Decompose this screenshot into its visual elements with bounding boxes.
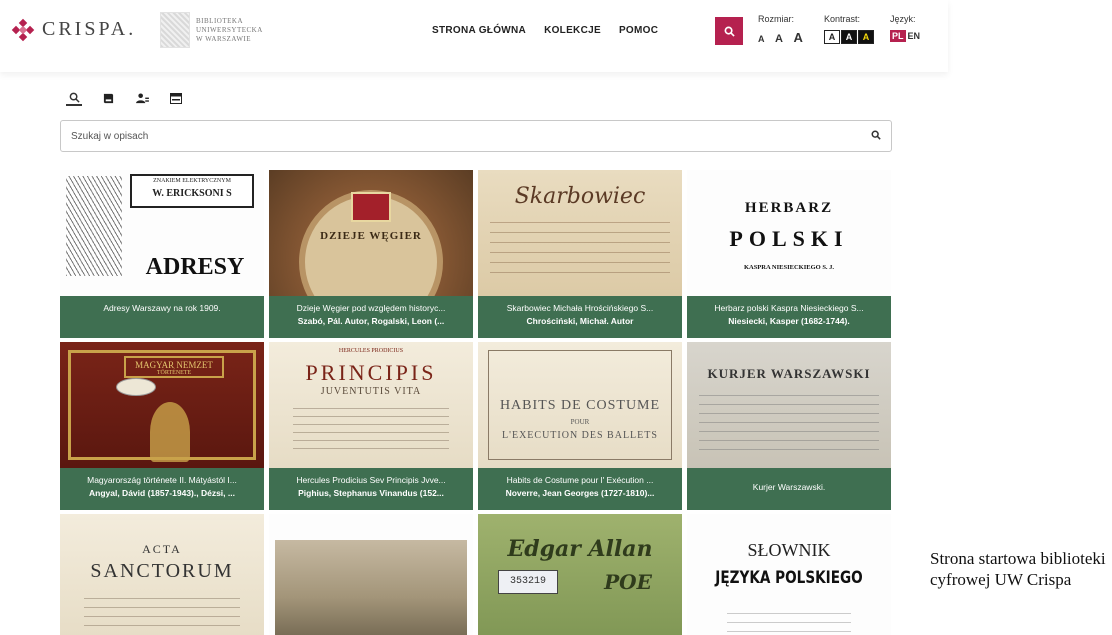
font-size-control: Rozmiar: A A A bbox=[758, 14, 811, 45]
card-author: Chrościński, Michał. Autor bbox=[526, 316, 634, 326]
language-en[interactable]: EN bbox=[908, 31, 921, 41]
font-size-large[interactable]: A bbox=[793, 30, 802, 45]
collection-card[interactable]: ACTA SANCTORUM bbox=[60, 514, 264, 635]
card-author: Angyal, Dávid (1857-1943)., Dézsi, ... bbox=[89, 488, 235, 498]
nav-home[interactable]: STRONA GŁÓWNA bbox=[432, 25, 526, 36]
main-nav: STRONA GŁÓWNA KOLEKCJE POMOC bbox=[432, 25, 658, 36]
card-caption: Habits de Costume pour l' Exécution ... … bbox=[478, 468, 682, 510]
contrast-normal[interactable]: A bbox=[824, 30, 840, 44]
card-title: Hercules Prodicius Sev Principis Jvve... bbox=[296, 475, 446, 485]
card-thumbnail: ZNAKIEM ELEKTRYCZNYM W. ERICKSONI S ADRE… bbox=[60, 170, 264, 296]
card-caption: Dzieje Węgier pod względem historyc... S… bbox=[269, 296, 473, 338]
contrast-label: Kontrast: bbox=[824, 14, 861, 24]
card-title: Magyarország története II. Mátyástól I..… bbox=[87, 475, 237, 485]
card-thumbnail: Edgar Allan 353219 POE bbox=[478, 514, 682, 635]
contrast-dark[interactable]: A bbox=[841, 30, 857, 44]
search-submit-button[interactable] bbox=[871, 130, 881, 143]
tab-cards[interactable] bbox=[168, 90, 184, 106]
collection-card[interactable] bbox=[269, 514, 473, 635]
card-author: Pighius, Stephanus Vinandus (152... bbox=[298, 488, 444, 498]
card-thumbnail: HERBARZ POLSKI KASPRA NIESIECKIEGO S. J. bbox=[687, 170, 891, 296]
language-pl[interactable]: PL bbox=[890, 30, 906, 42]
collection-card[interactable]: HERCULES PRODICIUS PRINCIPIS JUVENTUTIS … bbox=[269, 342, 473, 510]
university-library-name: BIBLIOTEKA UNIWERSYTECKA W WARSZAWIE bbox=[196, 16, 263, 43]
font-size-label: Rozmiar: bbox=[758, 14, 795, 24]
search-type-tabs bbox=[66, 90, 184, 106]
card-thumbnail: SŁOWNIK JĘZYKA POLSKIEGO bbox=[687, 514, 891, 635]
header-search-button[interactable] bbox=[715, 17, 743, 45]
book-icon bbox=[103, 93, 113, 103]
nav-help[interactable]: POMOC bbox=[619, 25, 658, 36]
card-thumbnail: Skarbowiec bbox=[478, 170, 682, 296]
card-thumbnail: KURJER WARSZAWSKI bbox=[687, 342, 891, 468]
crispa-logo[interactable]: CRISPA. bbox=[11, 18, 137, 41]
card-caption: Adresy Warszawy na rok 1909. bbox=[60, 296, 264, 338]
card-title: Adresy Warszawy na rok 1909. bbox=[103, 303, 221, 313]
card-author: Niesiecki, Kasper (1682-1744). bbox=[728, 316, 850, 326]
contrast-yellow[interactable]: A bbox=[858, 30, 874, 44]
font-size-small[interactable]: A bbox=[758, 34, 765, 44]
card-author: Szabó, Pál. Autor, Rogalski, Leon (... bbox=[297, 316, 445, 326]
site-header: CRISPA. BIBLIOTEKA UNIWERSYTECKA W WARSZ… bbox=[0, 0, 948, 72]
collection-grid: ZNAKIEM ELEKTRYCZNYM W. ERICKSONI S ADRE… bbox=[60, 170, 892, 510]
tab-persons[interactable] bbox=[134, 90, 150, 106]
search-icon bbox=[724, 26, 735, 37]
card-caption: Skarbowiec Michała Hrościńskiego S... Ch… bbox=[478, 296, 682, 338]
collection-card[interactable]: HABITS DE COSTUME POUR L'EXECUTION DES B… bbox=[478, 342, 682, 510]
collection-card[interactable]: DZIEJE WĘGIER Dzieje Węgier pod względem… bbox=[269, 170, 473, 338]
card-thumbnail: HERCULES PRODICIUS PRINCIPIS JUVENTUTIS … bbox=[269, 342, 473, 468]
university-crest-icon bbox=[160, 12, 190, 48]
language-label: Język: bbox=[890, 14, 916, 24]
card-title: Dzieje Węgier pod względem historyc... bbox=[296, 303, 446, 313]
collection-card[interactable]: Skarbowiec Skarbowiec Michała Hrościński… bbox=[478, 170, 682, 338]
card-caption: Magyarország története II. Mátyástól I..… bbox=[60, 468, 264, 510]
figure-caption: Strona startowa biblioteki cyfrowej UW C… bbox=[930, 549, 1106, 589]
card-thumbnail bbox=[269, 514, 473, 635]
search-icon bbox=[871, 130, 881, 140]
card-caption: Hercules Prodicius Sev Principis Jvve...… bbox=[269, 468, 473, 510]
card-thumbnail: ACTA SANCTORUM bbox=[60, 514, 264, 635]
crispa-logo-icon bbox=[11, 18, 35, 41]
card-title: Habits de Costume pour l' Exécution ... bbox=[506, 475, 654, 485]
card-thumbnail: HABITS DE COSTUME POUR L'EXECUTION DES B… bbox=[478, 342, 682, 468]
collection-card[interactable]: KURJER WARSZAWSKI Kurjer Warszawski. bbox=[687, 342, 891, 510]
crispa-logo-text: CRISPA. bbox=[42, 18, 137, 40]
language-control: Język: PL EN bbox=[890, 14, 920, 42]
description-search-input[interactable]: Szukaj w opisach bbox=[60, 120, 892, 152]
font-size-medium[interactable]: A bbox=[775, 33, 783, 45]
search-icon bbox=[69, 92, 80, 103]
card-icon bbox=[170, 92, 182, 104]
person-icon bbox=[135, 92, 149, 103]
collection-card[interactable]: SŁOWNIK JĘZYKA POLSKIEGO bbox=[687, 514, 891, 635]
nav-collections[interactable]: KOLEKCJE bbox=[544, 25, 601, 36]
tab-books[interactable] bbox=[100, 90, 116, 106]
collection-card[interactable]: HERBARZ POLSKI KASPRA NIESIECKIEGO S. J.… bbox=[687, 170, 891, 338]
contrast-control: Kontrast: AAA bbox=[824, 14, 875, 44]
card-caption: Kurjer Warszawski. bbox=[687, 468, 891, 510]
card-caption: Herbarz polski Kaspra Niesieckiego S... … bbox=[687, 296, 891, 338]
collection-card[interactable]: Edgar Allan 353219 POE bbox=[478, 514, 682, 635]
card-title: Skarbowiec Michała Hrościńskiego S... bbox=[506, 303, 654, 313]
card-thumbnail: DZIEJE WĘGIER bbox=[269, 170, 473, 296]
university-library-logo[interactable]: BIBLIOTEKA UNIWERSYTECKA W WARSZAWIE bbox=[160, 12, 263, 48]
search-placeholder: Szukaj w opisach bbox=[71, 130, 149, 142]
card-thumbnail: MAGYAR NEMZET TÖRTÉNETE bbox=[60, 342, 264, 468]
tab-search[interactable] bbox=[66, 90, 82, 106]
collection-grid-row-3: ACTA SANCTORUM Edgar Allan 353219 POE SŁ… bbox=[60, 514, 892, 635]
card-title: Herbarz polski Kaspra Niesieckiego S... bbox=[714, 303, 864, 313]
collection-card[interactable]: MAGYAR NEMZET TÖRTÉNETE Magyarország tör… bbox=[60, 342, 264, 510]
card-author: Noverre, Jean Georges (1727-1810)... bbox=[505, 488, 655, 498]
card-title: Kurjer Warszawski. bbox=[752, 482, 826, 492]
collection-card[interactable]: ZNAKIEM ELEKTRYCZNYM W. ERICKSONI S ADRE… bbox=[60, 170, 264, 338]
